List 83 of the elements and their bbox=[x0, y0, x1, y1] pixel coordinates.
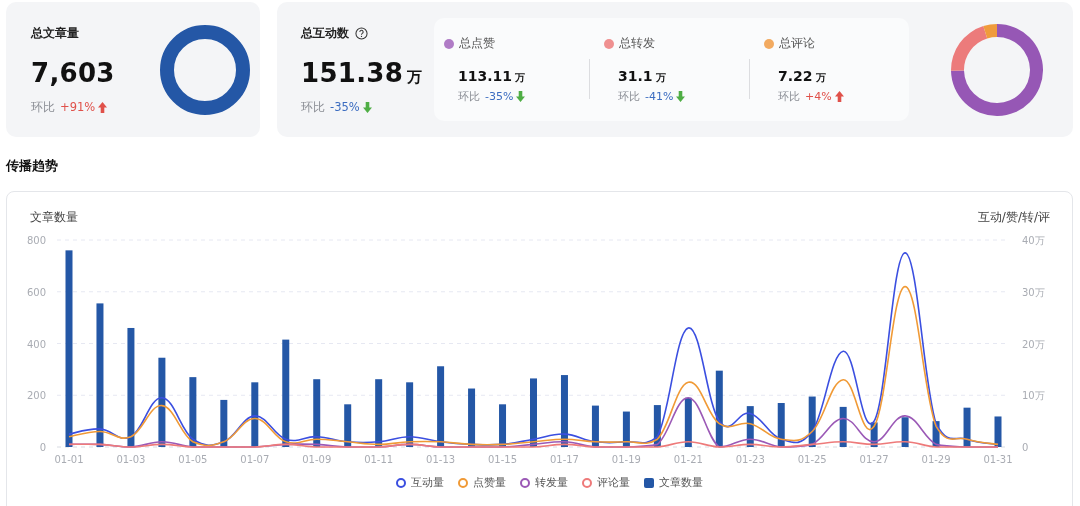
axis-label: 01-19 bbox=[611, 454, 641, 465]
metric-name: 总点赞 bbox=[459, 35, 495, 52]
metric-value: 31.1 bbox=[618, 68, 653, 84]
bar bbox=[591, 405, 599, 447]
legend-label[interactable]: 转发量 bbox=[535, 476, 568, 490]
change-value: +91% bbox=[60, 100, 96, 114]
metric-name: 总转发 bbox=[619, 35, 655, 52]
change-value: -35% bbox=[485, 90, 514, 103]
bar bbox=[684, 397, 692, 447]
axis-label: 10万 bbox=[1022, 390, 1045, 402]
axis-label: 400 bbox=[26, 338, 46, 350]
bar bbox=[344, 404, 352, 447]
bar bbox=[375, 379, 383, 447]
legend-label[interactable]: 评论量 bbox=[597, 476, 630, 490]
metric-value: 7.22 bbox=[778, 68, 813, 84]
change-value: -35% bbox=[330, 100, 360, 114]
bar bbox=[746, 406, 754, 447]
axis-label: 01-25 bbox=[797, 454, 827, 465]
axis-label: 30万 bbox=[1022, 286, 1045, 298]
axis-title: 文章数量 bbox=[30, 210, 78, 224]
axis-label: 600 bbox=[26, 286, 46, 298]
help-icon[interactable] bbox=[355, 26, 368, 40]
unit-label: 万 bbox=[655, 71, 666, 85]
change-label: 环比 bbox=[778, 89, 800, 104]
stat-value: 151.38 bbox=[301, 57, 404, 88]
bar bbox=[808, 396, 816, 447]
metric-value: 113.11 bbox=[458, 68, 513, 84]
card-title: 总文章量 bbox=[31, 24, 80, 42]
change-label: 环比 bbox=[31, 99, 55, 115]
change-value: -41% bbox=[645, 90, 674, 103]
bar bbox=[653, 405, 661, 447]
metric-name: 总评论 bbox=[779, 35, 815, 52]
axis-label: 01-05 bbox=[178, 454, 208, 465]
change-label: 环比 bbox=[618, 89, 640, 104]
bar bbox=[777, 403, 785, 447]
bar bbox=[994, 416, 1002, 447]
axis-label: 01-31 bbox=[983, 454, 1013, 465]
axis-label: 01-29 bbox=[921, 454, 951, 465]
axis-label: 800 bbox=[26, 235, 46, 246]
axis-label: 20万 bbox=[1022, 338, 1045, 350]
bar bbox=[839, 406, 847, 447]
axis-label: 01-27 bbox=[859, 454, 889, 465]
unit-label: 万 bbox=[815, 71, 826, 85]
bar bbox=[530, 378, 537, 447]
bar bbox=[963, 407, 971, 447]
axis-label: 01-15 bbox=[488, 454, 518, 465]
bar bbox=[499, 404, 507, 447]
axis-label: 200 bbox=[26, 390, 46, 402]
unit-label: 万 bbox=[407, 67, 423, 87]
bar bbox=[220, 399, 228, 447]
section-title: 传播趋势 bbox=[6, 157, 59, 175]
axis-label: 01-17 bbox=[549, 454, 579, 465]
bar bbox=[932, 421, 940, 447]
change-value: +4% bbox=[805, 90, 832, 103]
bar bbox=[870, 422, 878, 447]
bar bbox=[189, 377, 197, 447]
bar bbox=[560, 375, 568, 447]
change-label: 环比 bbox=[458, 89, 480, 104]
axis-label: 40万 bbox=[1022, 235, 1045, 246]
axis-label: 01-07 bbox=[240, 454, 270, 465]
axis-label: 0 bbox=[1022, 442, 1029, 453]
axis-label: 01-03 bbox=[116, 454, 146, 465]
axis-label: 01-13 bbox=[426, 454, 456, 465]
axis-label: 01-11 bbox=[364, 454, 394, 465]
axis-title: 互动/赞/转/评 bbox=[977, 210, 1050, 224]
axis-label: 01-09 bbox=[302, 454, 332, 465]
bar bbox=[468, 388, 476, 447]
bar bbox=[313, 379, 321, 447]
axis-label: 01-01 bbox=[54, 454, 84, 465]
legend-label[interactable]: 文章数量 bbox=[659, 476, 703, 490]
legend-label[interactable]: 点赞量 bbox=[473, 476, 506, 490]
axis-label: 01-21 bbox=[673, 454, 703, 465]
bar bbox=[622, 411, 630, 447]
legend-label[interactable]: 互动量 bbox=[411, 476, 444, 490]
stat-value: 7,603 bbox=[31, 57, 116, 88]
change-label: 环比 bbox=[301, 99, 325, 115]
unit-label: 万 bbox=[515, 71, 526, 85]
bar bbox=[901, 417, 909, 447]
bar bbox=[251, 382, 259, 447]
bar bbox=[406, 382, 414, 447]
axis-label: 0 bbox=[39, 442, 46, 453]
card-title: 总互动数 bbox=[301, 24, 349, 42]
axis-label: 01-23 bbox=[735, 454, 765, 465]
